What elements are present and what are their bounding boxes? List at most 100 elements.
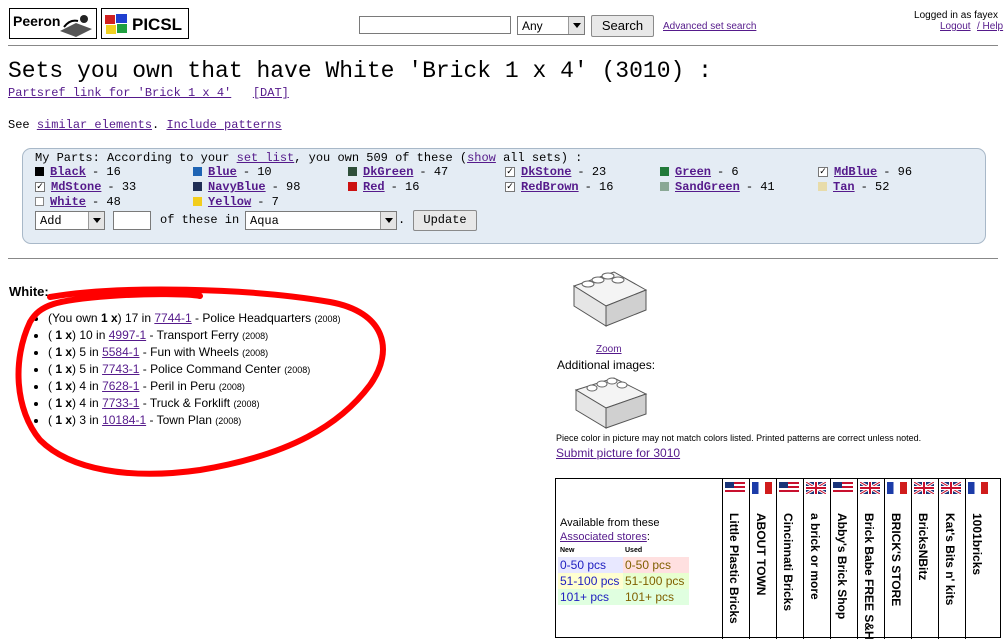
associated-colon: : <box>646 531 650 543</box>
store-name: ABOUT TOWN <box>754 513 768 596</box>
color-swatch <box>193 182 202 192</box>
associated-stores-link[interactable]: Associated stores <box>560 531 647 543</box>
color-item-white: White - 48 <box>35 195 121 209</box>
partsref-link[interactable]: Partsref link for 'Brick 1 x 4' <box>8 86 231 100</box>
additional-images-label: Additional images: <box>557 358 656 372</box>
store-name: a brick or more <box>808 513 822 600</box>
color-item-redbrown: ✓ RedBrown - 16 <box>505 180 613 194</box>
additional-brick-image[interactable] <box>572 374 648 432</box>
action-select-value: Add <box>40 214 62 228</box>
set-year: (2008) <box>215 416 242 426</box>
search-button[interactable]: Search <box>591 15 654 37</box>
store-column[interactable]: Brick Babe FREE S&H <box>857 479 883 640</box>
color-link[interactable]: White <box>50 195 86 209</box>
similar-elements-link[interactable]: similar elements <box>37 118 152 132</box>
zoom-link[interactable]: Zoom <box>596 344 622 355</box>
list-item: ( 1 x) 4 in 7628-1 - Peril in Peru (2008… <box>48 378 340 395</box>
picsl-logo[interactable]: PICSL <box>101 8 189 39</box>
color-count: - 6 <box>717 165 739 179</box>
set-name: - Police Headquarters <box>191 311 315 325</box>
peeron-logo[interactable]: Peeron <box>9 8 97 39</box>
color-link[interactable]: Black <box>50 165 86 179</box>
search-scope-value: Any <box>522 19 543 33</box>
color-link[interactable]: Green <box>675 165 711 179</box>
color-checkbox[interactable]: ✓ <box>818 166 828 177</box>
color-count: - 16 <box>584 180 614 194</box>
set-year: (2008) <box>314 314 341 324</box>
page-title: Sets you own that have White 'Brick 1 x … <box>8 58 712 84</box>
own-text: (You own <box>48 311 101 325</box>
color-select[interactable]: Aqua <box>245 211 397 230</box>
own-qty: 1 x <box>55 379 73 393</box>
set-link[interactable]: 7743-1 <box>102 362 139 376</box>
help-link[interactable]: / Help <box>977 21 1003 32</box>
store-column[interactable]: ABOUT TOWN <box>749 479 775 639</box>
color-checkbox[interactable]: ✓ <box>35 181 45 192</box>
action-select[interactable]: Add <box>35 211 105 230</box>
color-count: - 33 <box>107 180 137 194</box>
available-label: Available from these <box>560 517 660 529</box>
search-input[interactable] <box>359 16 511 34</box>
dat-link[interactable]: [DAT] <box>253 86 289 100</box>
set-year: (2008) <box>218 382 245 392</box>
uk-flag-icon <box>806 482 826 494</box>
used-label: Used <box>625 547 643 554</box>
quantity-input[interactable] <box>113 211 151 230</box>
store-column[interactable]: BRICK'S STORE <box>884 479 910 639</box>
color-link[interactable]: Tan <box>833 180 855 194</box>
set-link[interactable]: 10184-1 <box>102 413 146 427</box>
brick-image[interactable] <box>570 268 648 330</box>
color-link[interactable]: Yellow <box>208 195 251 209</box>
color-item-sandgreen: SandGreen - 41 <box>660 180 775 194</box>
count-text: 4 in <box>79 379 99 393</box>
set-list-link[interactable]: set list <box>237 151 295 165</box>
section-divider <box>8 258 998 259</box>
store-column[interactable]: Cincinnati Bricks <box>776 479 802 639</box>
advanced-search-link[interactable]: Advanced set search <box>663 21 756 32</box>
count-text: 5 in <box>79 345 99 359</box>
set-link[interactable]: 7733-1 <box>102 396 139 410</box>
list-item: ( 1 x) 10 in 4997-1 - Transport Ferry (2… <box>48 327 340 344</box>
set-link[interactable]: 5584-1 <box>102 345 139 359</box>
color-swatch <box>35 167 44 177</box>
color-checkbox[interactable]: ✓ <box>505 181 515 192</box>
search-scope-select[interactable]: Any <box>517 16 585 35</box>
color-checkbox[interactable]: ✓ <box>505 166 515 177</box>
color-link[interactable]: DkStone <box>521 165 571 179</box>
set-link[interactable]: 7744-1 <box>154 311 191 325</box>
color-link[interactable]: MdStone <box>51 180 101 194</box>
store-column[interactable]: Kat's Bits n' kits <box>938 479 964 639</box>
color-link[interactable]: MdBlue <box>834 165 877 179</box>
color-link[interactable]: DkGreen <box>363 165 413 179</box>
store-name: Abby's Brick Shop <box>835 513 849 620</box>
color-link[interactable]: NavyBlue <box>208 180 266 194</box>
color-link[interactable]: Red <box>363 180 385 194</box>
picsl-puzzle-icon <box>105 14 127 34</box>
color-link[interactable]: Blue <box>208 165 237 179</box>
color-link[interactable]: RedBrown <box>521 180 579 194</box>
submit-picture-link[interactable]: Submit picture for 3010 <box>556 446 680 460</box>
set-year: (2008) <box>284 365 311 375</box>
include-patterns-link[interactable]: Include patterns <box>166 118 281 132</box>
legend-used: 51-100 pcs <box>623 573 689 589</box>
set-link[interactable]: 4997-1 <box>109 328 146 342</box>
store-column[interactable]: Little Plastic Bricks <box>722 479 748 639</box>
show-link[interactable]: show <box>467 151 496 165</box>
set-link[interactable]: 7628-1 <box>102 379 139 393</box>
color-count: - 48 <box>92 195 121 209</box>
count-text: 10 in <box>79 328 106 342</box>
set-year: (2008) <box>242 331 269 341</box>
store-column[interactable]: BricksNBitz <box>911 479 937 639</box>
list-item: ( 1 x) 3 in 10184-1 - Town Plan (2008) <box>48 412 340 429</box>
update-button[interactable]: Update <box>413 210 477 231</box>
legend-used: 101+ pcs <box>623 589 689 605</box>
my-parts-panel: My Parts: According to your set list, yo… <box>22 148 986 244</box>
logout-link[interactable]: Logout <box>940 21 971 32</box>
store-column[interactable]: 1001bricks <box>965 479 991 639</box>
stores-table: Available from these Associated stores: … <box>555 478 1001 640</box>
uk-flag-icon <box>914 482 934 494</box>
store-column[interactable]: Abby's Brick Shop <box>830 479 856 639</box>
my-parts-intro: My Parts: According to your set list, yo… <box>35 151 582 165</box>
color-link[interactable]: SandGreen <box>675 180 740 194</box>
store-column[interactable]: a brick or more <box>803 479 829 639</box>
